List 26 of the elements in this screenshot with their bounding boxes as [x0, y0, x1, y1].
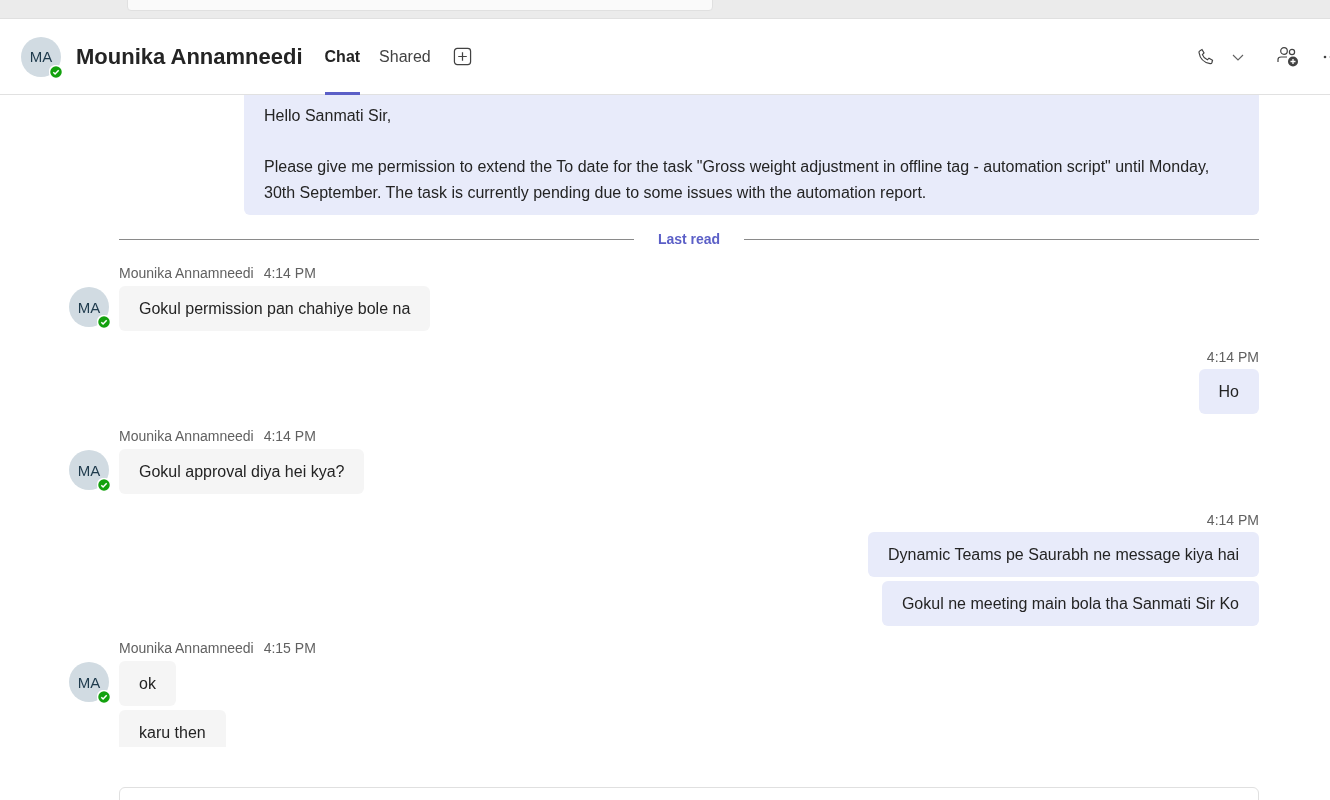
message-bubble: Gokul permission pan chahiye bole na	[119, 286, 431, 331]
message-bubble: Ho	[1198, 369, 1259, 414]
message-bubble: Gokul ne meeting main bola tha Sanmati Sir Ko	[881, 581, 1259, 626]
message-bubble: Gokul approval diya hei kya?	[119, 449, 365, 494]
timestamp: 4:15 PM	[263, 640, 316, 656]
phone-icon[interactable]	[1196, 46, 1216, 67]
sender-name: Mounika Annamneedi	[119, 640, 254, 656]
message-bubble: Dynamic Teams pe Saurabh ne message kiya hai	[868, 532, 1259, 577]
chat-title: Mounika Annamneedi	[76, 43, 303, 70]
add-people-icon[interactable]	[1276, 45, 1300, 68]
avatar-initials: MA	[77, 298, 101, 316]
last-read-marker: Last read	[656, 231, 722, 247]
message-bubble: karu then	[119, 710, 226, 747]
sender-name: Mounika Annamneedi	[119, 265, 254, 281]
message-bubble: ok	[119, 661, 176, 706]
avatar-initials: MA	[77, 461, 101, 479]
avatar-initials: MA	[29, 48, 53, 65]
add-tab-icon[interactable]	[452, 47, 472, 66]
avatar-initials: MA	[77, 673, 101, 691]
timestamp: 4:14 PM	[1206, 512, 1259, 528]
sender-name: Mounika Annamneedi	[119, 428, 254, 444]
message-bubble: Hello Sanmati Sir, Please give me permission to extend the To date for the task "Gross weight adjustment in offline tag - automation script" until Monday, 30th September. The task is currently pending due to some issues with the automation report.	[244, 95, 1259, 215]
timestamp: 4:14 PM	[1206, 349, 1259, 365]
timestamp: 4:14 PM	[263, 428, 316, 444]
tab[interactable]: Shared	[379, 18, 431, 95]
timestamp: 4:14 PM	[263, 265, 316, 281]
